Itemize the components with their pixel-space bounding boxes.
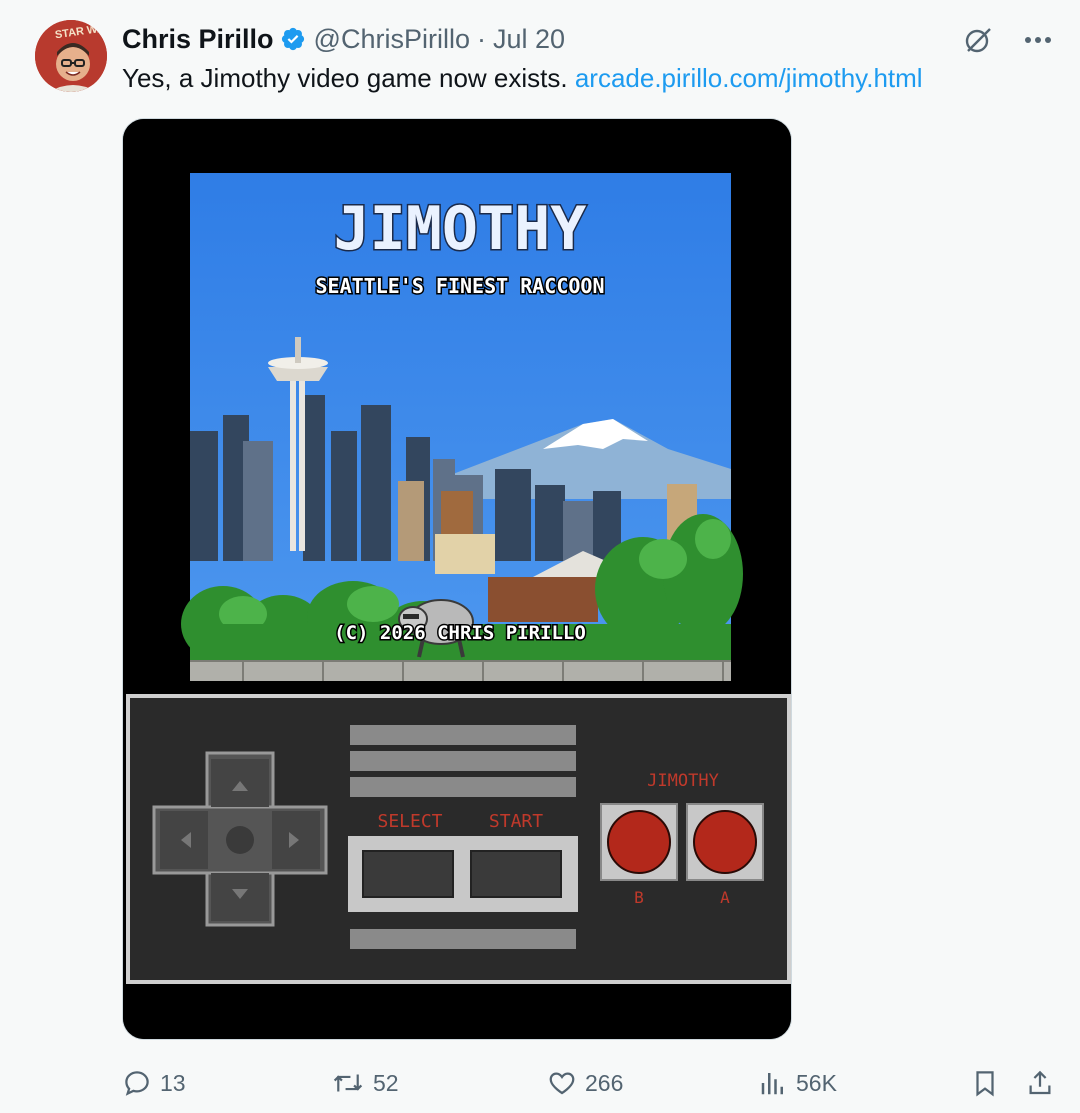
tweet-header: Chris Pirillo @ChrisPirillo · Jul 20	[122, 22, 565, 56]
bookmark-icon	[976, 1071, 994, 1097]
start-label: START	[489, 811, 543, 832]
game-subtitle: SEATTLE'S FINEST RACCOON	[316, 274, 605, 298]
views-count: 56K	[796, 1069, 837, 1096]
author-name[interactable]: Chris Pirillo	[122, 24, 274, 55]
separator-dot: ·	[476, 23, 486, 54]
controller-brand: JIMOTHY	[647, 771, 719, 791]
author-handle[interactable]: @ChrisPirillo	[314, 24, 470, 55]
reply-icon	[125, 1071, 149, 1096]
verified-badge-icon	[280, 26, 306, 52]
tweet-action-bar: 13 52 266 56K	[0, 1062, 1080, 1104]
tweet-link[interactable]: arcade.pirillo.com/jimothy.html	[575, 63, 923, 93]
tweet-text: Yes, a Jimothy video game now exists. ar…	[122, 62, 923, 94]
tweet-media[interactable]: JIMOTHY SEATTLE'S FINEST RACCOON (C) 202…	[122, 118, 792, 1040]
tweet-card[interactable]: STAR WARS Chris Pirillo @ChrisPirillo · …	[0, 0, 1080, 1113]
share-icon	[1029, 1070, 1051, 1095]
b-label: B	[634, 888, 644, 907]
tweet-body: Yes, a Jimothy video game now exists.	[122, 63, 575, 93]
select-label: SELECT	[377, 811, 442, 832]
a-button	[693, 810, 757, 874]
reply-count: 13	[160, 1069, 186, 1096]
bookmark-button[interactable]	[970, 1062, 1008, 1104]
reply-button[interactable]: 13	[122, 1062, 186, 1104]
retweet-count: 52	[373, 1069, 399, 1096]
retweet-icon	[333, 1074, 363, 1092]
more-icon[interactable]	[1018, 20, 1058, 60]
select-button	[362, 850, 454, 898]
b-button	[607, 810, 671, 874]
views-icon	[761, 1073, 783, 1095]
like-button[interactable]: 266	[547, 1062, 623, 1104]
grok-icon[interactable]	[958, 20, 998, 60]
heart-icon	[549, 1072, 575, 1095]
controller: SELECT START JIMOTHY B A	[126, 694, 791, 984]
game-screen: JIMOTHY SEATTLE'S FINEST RACCOON (C) 202…	[181, 173, 743, 681]
tweet-top-actions	[958, 20, 1058, 60]
retweet-button[interactable]: 52	[331, 1062, 399, 1104]
game-copyright: (C) 2026 CHRIS PIRILLO	[334, 622, 586, 644]
avatar[interactable]: STAR WARS	[35, 20, 107, 92]
game-title: JIMOTHY	[334, 194, 587, 264]
start-button	[470, 850, 562, 898]
like-count: 266	[585, 1069, 624, 1096]
share-button[interactable]	[1025, 1062, 1063, 1104]
views-button[interactable]: 56K	[758, 1062, 837, 1104]
tweet-date[interactable]: Jul 20	[493, 24, 565, 55]
a-label: A	[720, 888, 730, 907]
